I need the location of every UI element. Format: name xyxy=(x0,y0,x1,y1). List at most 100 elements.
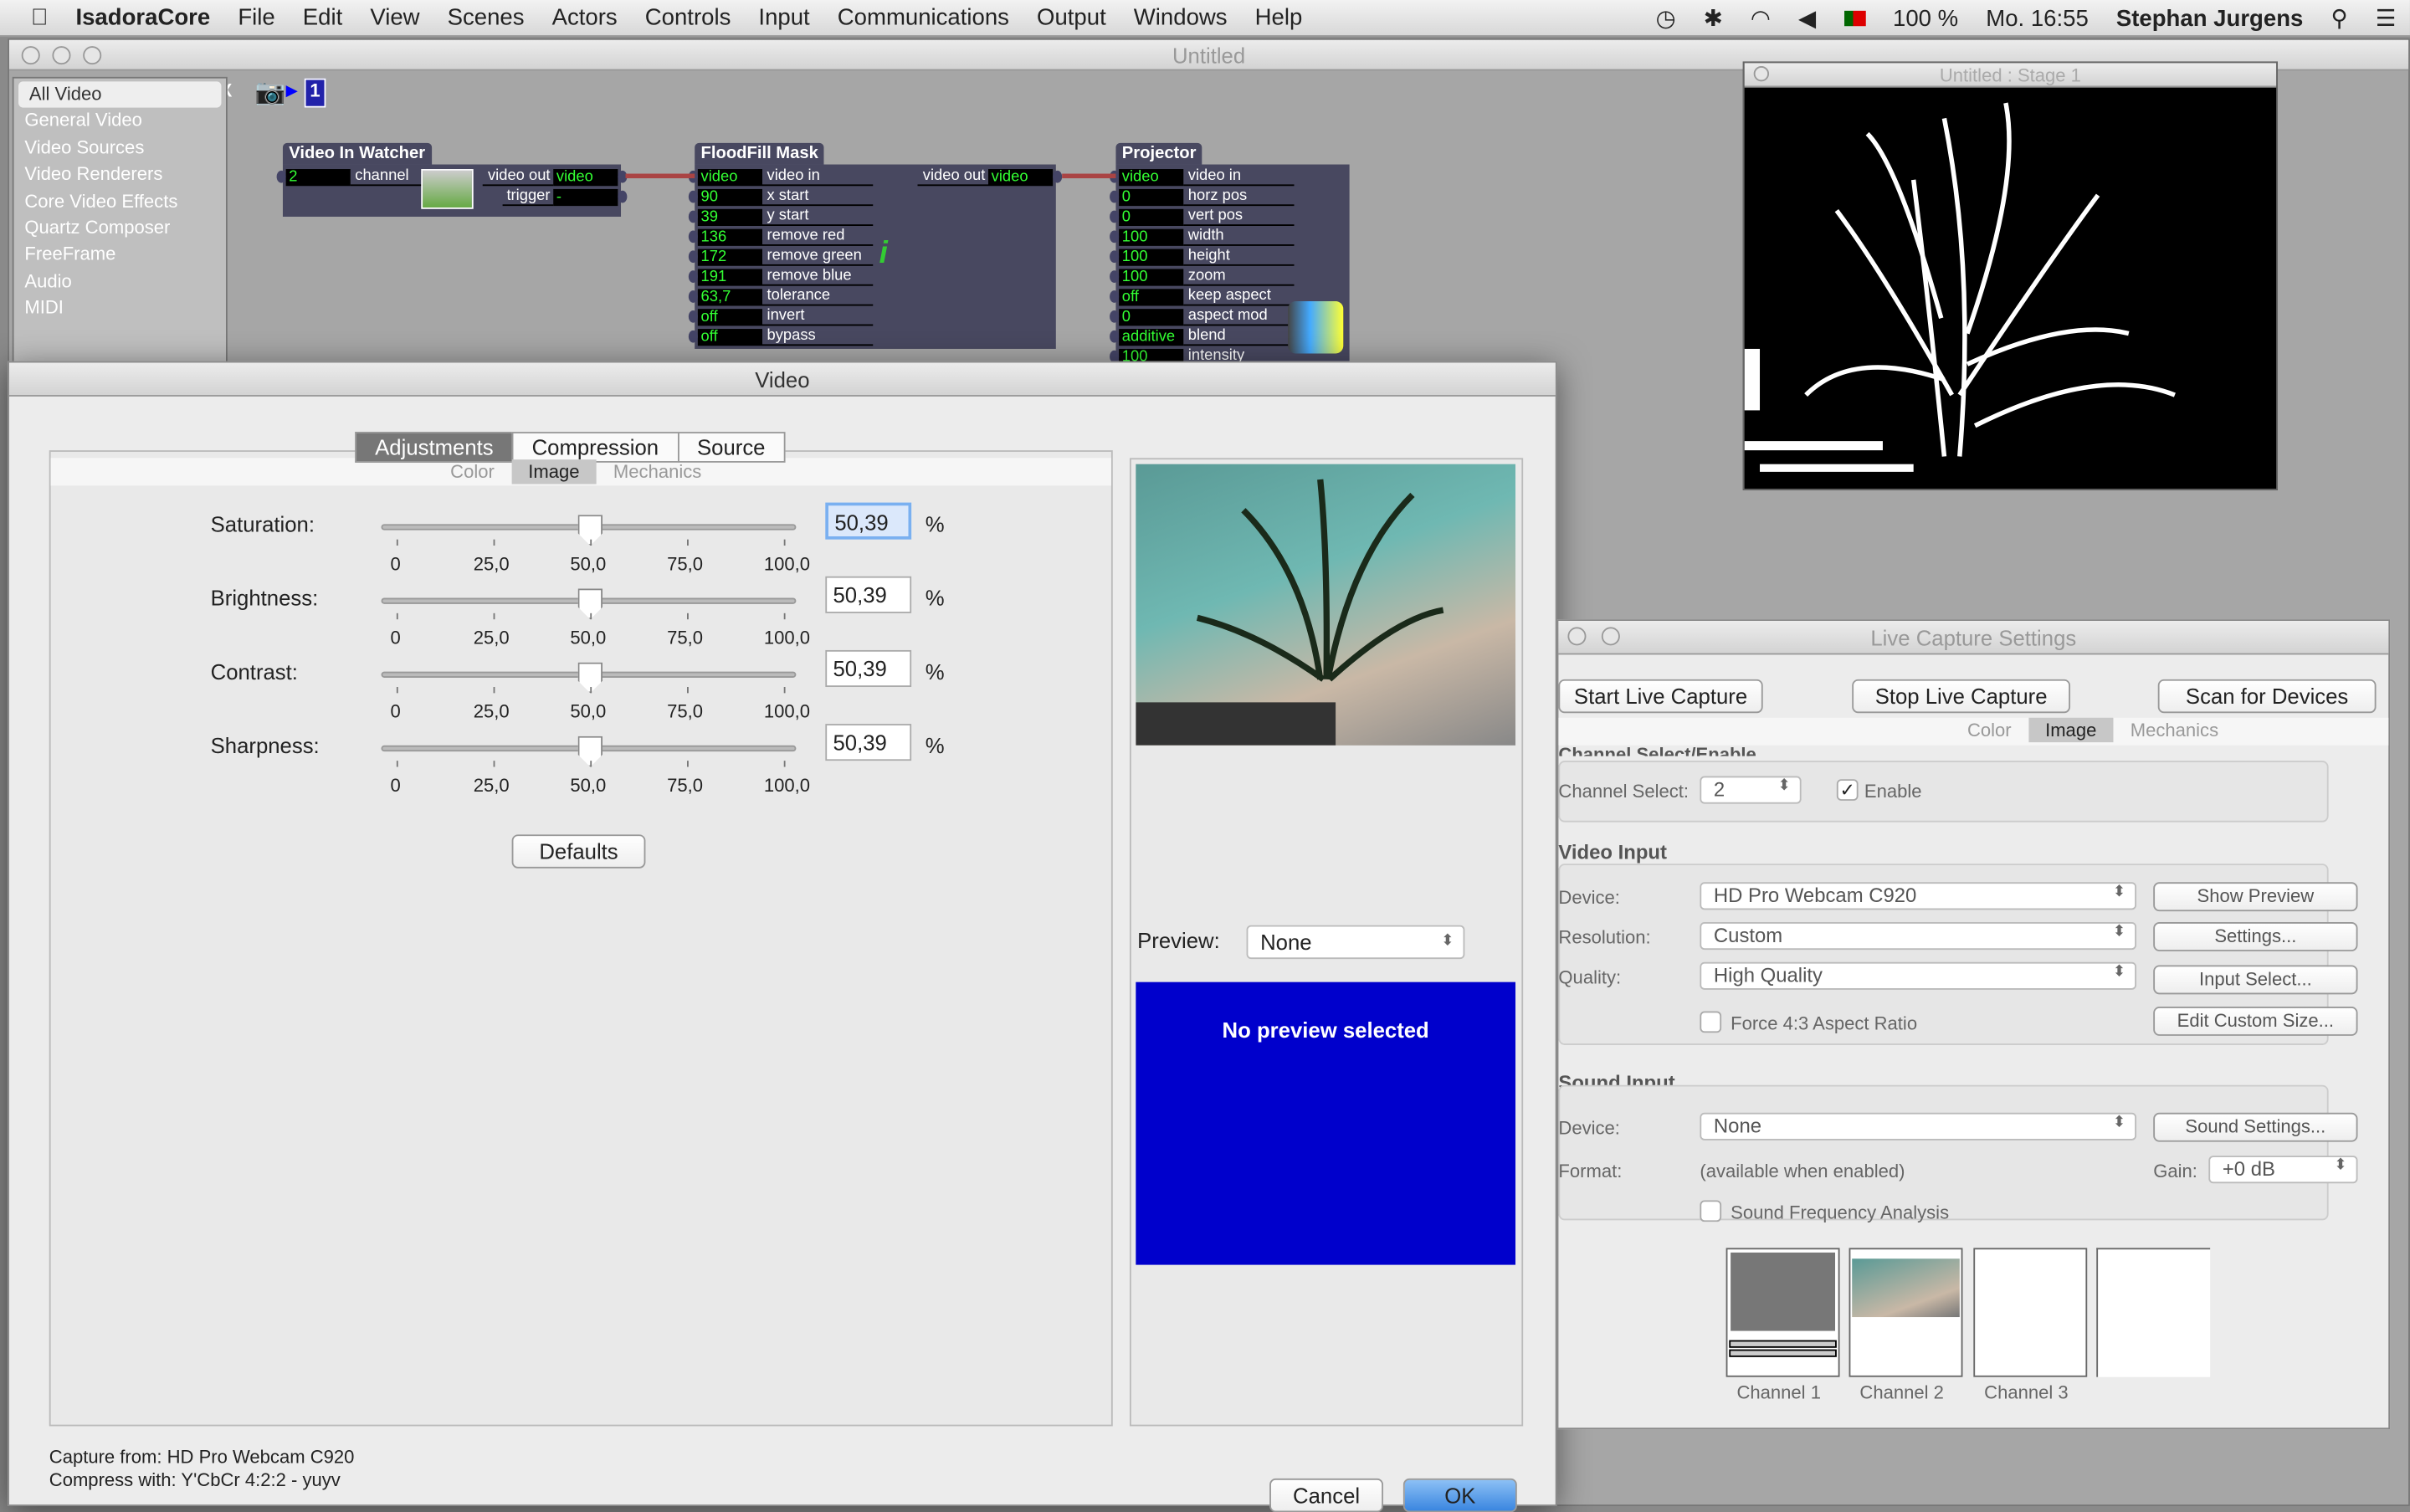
tab-compression[interactable]: Compression xyxy=(511,432,679,463)
subtab-color[interactable]: Color xyxy=(1951,718,2028,742)
sound-frequency-checkbox[interactable] xyxy=(1700,1200,1722,1222)
cancel-button[interactable]: Cancel xyxy=(1269,1478,1384,1512)
input-port[interactable]: 136 remove red xyxy=(697,228,874,246)
clock[interactable]: Mo. 16:55 xyxy=(1986,5,2089,31)
port-dot[interactable] xyxy=(1110,230,1120,243)
subtab-mechanics[interactable]: Mechanics xyxy=(2114,718,2236,742)
port-dot[interactable] xyxy=(1110,210,1120,223)
channel-4-thumb[interactable] xyxy=(2096,1248,2211,1377)
channel-1-thumb[interactable] xyxy=(1725,1248,1840,1377)
camera-icon[interactable]: 📷 xyxy=(255,77,286,108)
subtab-mechanics[interactable]: Mechanics xyxy=(597,459,719,484)
input-port[interactable]: 100 width xyxy=(1119,228,1295,246)
stop-live-capture-button[interactable]: Stop Live Capture xyxy=(1852,679,2071,714)
port-value[interactable]: 100 xyxy=(1119,228,1184,245)
port-value[interactable]: 172 xyxy=(697,248,763,265)
port-dot[interactable] xyxy=(1053,170,1063,183)
port-dot[interactable] xyxy=(688,230,698,243)
show-preview-button[interactable]: Show Preview xyxy=(2153,882,2358,912)
slider-value-field[interactable]: 50,39 xyxy=(825,502,912,540)
port-dot[interactable] xyxy=(1110,290,1120,303)
sound-settings-button[interactable]: Sound Settings... xyxy=(2153,1112,2358,1142)
port-dot[interactable] xyxy=(276,170,286,183)
menu-file[interactable]: File xyxy=(238,5,274,31)
port-dot[interactable] xyxy=(688,290,698,303)
port-dot[interactable] xyxy=(688,310,698,323)
play-icon[interactable]: ▶ xyxy=(286,83,298,100)
tab-adjustments[interactable]: Adjustments xyxy=(355,432,514,463)
minimize-button[interactable] xyxy=(1601,627,1620,646)
flag-icon[interactable] xyxy=(1843,10,1865,27)
port-value[interactable]: video xyxy=(697,168,763,186)
sidebar-item[interactable]: Quartz Composer xyxy=(14,215,226,242)
port-value[interactable]: 191 xyxy=(697,268,763,285)
battery-status[interactable]: 100 % xyxy=(1893,5,1958,31)
channel-3-thumb[interactable] xyxy=(1973,1248,2088,1377)
scene-tab[interactable]: 1 xyxy=(304,78,326,108)
user-name[interactable]: Stephan Jurgens xyxy=(2116,5,2304,31)
menu-input[interactable]: Input xyxy=(758,5,809,31)
port-dot[interactable] xyxy=(688,270,698,283)
port-value[interactable]: video xyxy=(987,168,1054,186)
port-value[interactable]: off xyxy=(697,308,763,325)
input-port[interactable]: additive blend xyxy=(1119,327,1295,346)
notification-icon[interactable]: ☰ xyxy=(2376,5,2397,32)
subtab-image[interactable]: Image xyxy=(511,459,597,484)
port-dot[interactable] xyxy=(1110,270,1120,283)
port-value[interactable]: video xyxy=(1119,168,1184,186)
port-value[interactable]: - xyxy=(553,187,618,206)
enable-checkbox[interactable]: ✓ xyxy=(1836,779,1859,801)
port-dot[interactable] xyxy=(1110,310,1120,323)
close-button[interactable] xyxy=(1567,627,1587,646)
video-device-select[interactable]: HD Pro Webcam C920 xyxy=(1700,882,2137,910)
ok-button[interactable]: OK xyxy=(1402,1478,1517,1512)
spotlight-icon[interactable]: ⚲ xyxy=(2331,5,2347,32)
port-value[interactable]: 63,7 xyxy=(697,288,763,305)
input-port[interactable]: off keep aspect xyxy=(1119,287,1295,306)
port-value[interactable]: 0 xyxy=(1119,187,1184,206)
close-button[interactable] xyxy=(21,46,40,65)
sound-device-select[interactable]: None xyxy=(1700,1112,2137,1140)
input-port[interactable]: video video in xyxy=(697,167,874,187)
input-port[interactable]: 63,7 tolerance xyxy=(697,287,874,306)
input-port[interactable]: off bypass xyxy=(697,327,874,346)
sidebar-item[interactable]: Video Sources xyxy=(14,135,226,161)
port-value[interactable]: 39 xyxy=(697,208,763,226)
menu-view[interactable]: View xyxy=(370,5,419,31)
menu-actors[interactable]: Actors xyxy=(552,5,618,31)
bluetooth-icon[interactable]: ✱ xyxy=(1704,5,1723,32)
volume-icon[interactable]: ◀ xyxy=(1798,5,1816,32)
input-port[interactable]: 39 y start xyxy=(697,208,874,226)
gain-select[interactable]: +0 dB xyxy=(2208,1156,2358,1184)
actor-node[interactable]: FloodFill Mask video video in 90 x start 39 y … xyxy=(688,142,1063,349)
sidebar-item[interactable]: General Video xyxy=(14,108,226,135)
port-value[interactable]: additive xyxy=(1119,328,1184,346)
input-port[interactable]: 100 zoom xyxy=(1119,268,1295,286)
edit-custom-size-button[interactable]: Edit Custom Size... xyxy=(2153,1007,2358,1036)
port-dot[interactable] xyxy=(688,330,698,343)
info-icon[interactable]: i xyxy=(879,237,888,272)
port-value[interactable]: 100 xyxy=(1119,268,1184,285)
port-dot[interactable] xyxy=(1110,330,1120,343)
input-port[interactable]: 0 horz pos xyxy=(1119,187,1295,207)
subtab-image[interactable]: Image xyxy=(2028,717,2114,743)
input-port[interactable]: 172 remove green xyxy=(697,248,874,266)
scan-devices-button[interactable]: Scan for Devices xyxy=(2157,679,2377,714)
patch-cable[interactable] xyxy=(625,173,695,179)
sidebar-item[interactable]: Video Renderers xyxy=(14,161,226,188)
sidebar-item[interactable]: MIDI xyxy=(14,295,226,322)
port-dot[interactable] xyxy=(688,250,698,264)
port-value[interactable]: off xyxy=(697,328,763,346)
menu-communications[interactable]: Communications xyxy=(838,5,1009,31)
slider-value-field[interactable]: 50,39 xyxy=(825,576,912,613)
slider-value-field[interactable]: 50,39 xyxy=(825,649,912,688)
start-live-capture-button[interactable]: Start Live Capture xyxy=(1558,679,1763,714)
slider-value-field[interactable]: 50,39 xyxy=(825,724,912,761)
port-dot[interactable] xyxy=(1110,250,1120,264)
minimize-button[interactable] xyxy=(52,46,71,65)
port-value[interactable]: off xyxy=(1119,288,1184,305)
menu-controls[interactable]: Controls xyxy=(645,5,731,31)
time-machine-icon[interactable]: ◷ xyxy=(1656,5,1676,32)
channel-2-thumb[interactable] xyxy=(1849,1248,1963,1377)
menu-output[interactable]: Output xyxy=(1037,5,1106,31)
